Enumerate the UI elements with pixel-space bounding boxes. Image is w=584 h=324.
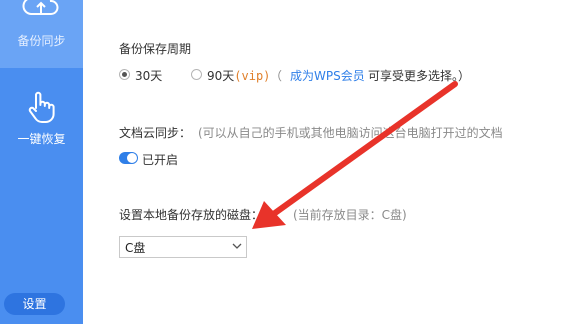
radio-90-days-text: 90天 xyxy=(207,69,235,83)
member-note-text: 可享受更多选择。） xyxy=(368,69,471,83)
become-wps-member-link[interactable]: 成为WPS会员 xyxy=(290,67,365,84)
hand-pointer-icon xyxy=(28,91,55,123)
cloud-sync-description: (可以从自己的手机或其他电脑访问这台电脑打开过的文档 xyxy=(198,126,503,140)
settings-button[interactable]: 设置 xyxy=(4,293,65,315)
sidebar-item-backup-sync-label: 备份同步 xyxy=(17,34,66,48)
sidebar-item-one-click-restore-label: 一键恢复 xyxy=(17,132,66,146)
toggle-knob xyxy=(127,153,137,163)
radio-30-days-label: 30天 xyxy=(135,69,163,83)
disk-select-value: C盘 xyxy=(125,241,146,255)
radio-30-days[interactable] xyxy=(119,69,130,80)
sidebar: 备份同步 一键恢复 设置 xyxy=(0,0,83,324)
local-disk-title: 设置本地备份存放的磁盘： xyxy=(119,208,264,222)
main-panel: 备份保存周期 30天 90天(vip) （ 成为WPS会员 可享受更多选择。） … xyxy=(83,0,584,324)
cloud-upload-icon xyxy=(22,0,59,15)
radio-90-days-label: 90天(vip) xyxy=(207,67,270,84)
cloud-sync-title: 文档云同步： xyxy=(119,126,192,140)
radio-90-days[interactable] xyxy=(191,69,202,80)
sidebar-item-one-click-restore[interactable]: 一键恢复 xyxy=(0,80,83,150)
cloud-sync-toggle[interactable] xyxy=(119,152,138,164)
chevron-down-icon xyxy=(232,243,242,249)
sidebar-item-backup-sync[interactable]: 备份同步 xyxy=(0,0,83,68)
cloud-sync-status: 已开启 xyxy=(142,153,179,167)
disk-select[interactable]: C盘 xyxy=(119,236,247,258)
current-directory: (当前存放目录：C盘) xyxy=(293,208,407,222)
vip-tag: (vip) xyxy=(234,69,271,83)
member-note-open: （ xyxy=(270,69,283,83)
backup-period-title: 备份保存周期 xyxy=(119,42,192,56)
